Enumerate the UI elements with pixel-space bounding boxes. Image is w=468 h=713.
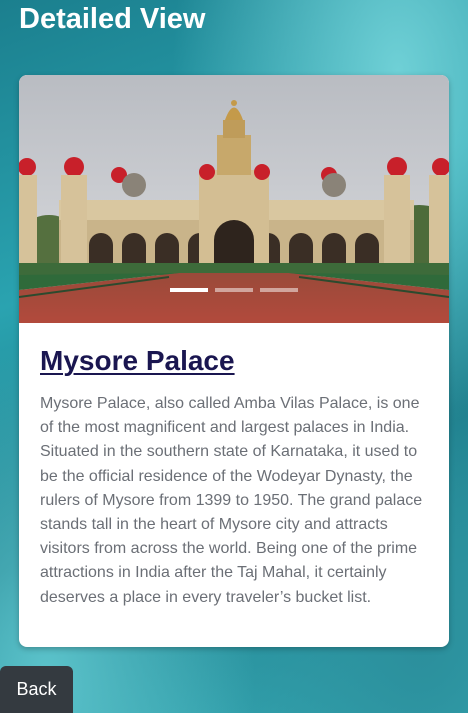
carousel-indicator[interactable]	[215, 288, 253, 292]
carousel-indicator[interactable]	[170, 288, 208, 292]
image-carousel[interactable]	[19, 75, 449, 323]
place-description: Mysore Palace, also called Amba Vilas Pa…	[40, 395, 423, 606]
card-body: Mysore Palace Mysore Palace, also called…	[19, 323, 449, 610]
page-title: Detailed View	[19, 3, 206, 35]
carousel-indicator[interactable]	[260, 288, 298, 292]
palace-image	[19, 75, 449, 323]
back-button[interactable]: Back	[0, 666, 73, 713]
place-card: Mysore Palace Mysore Palace, also called…	[19, 75, 449, 647]
carousel-indicators	[19, 288, 449, 292]
place-title[interactable]: Mysore Palace	[40, 345, 428, 377]
